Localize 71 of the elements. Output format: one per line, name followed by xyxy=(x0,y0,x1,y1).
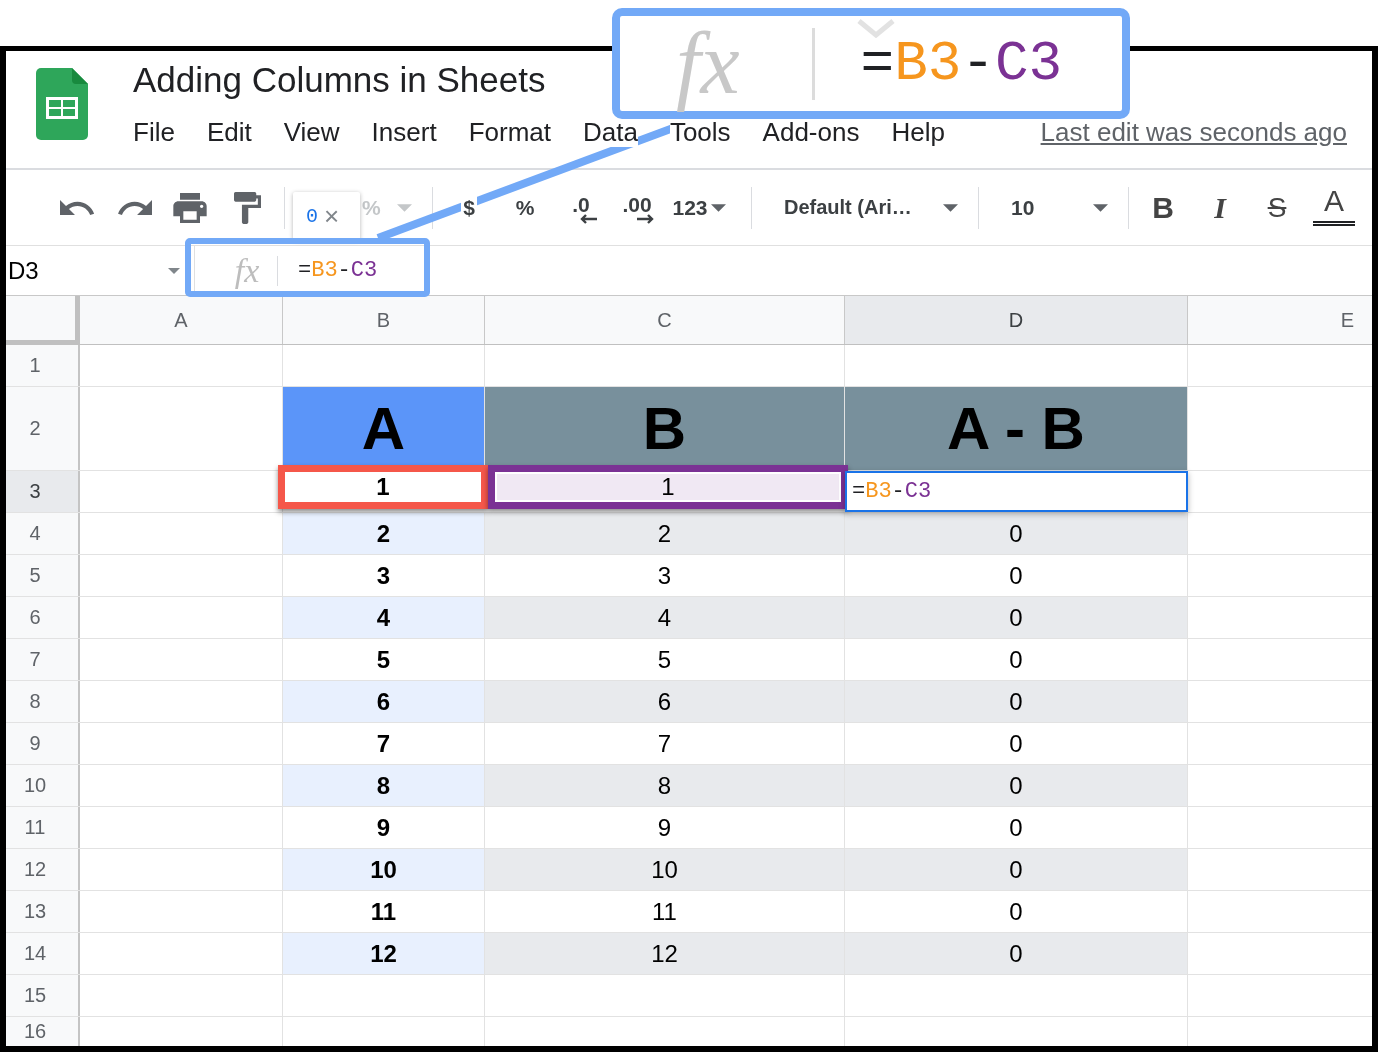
arrow-right-icon xyxy=(636,214,654,224)
table-cell: 4 xyxy=(485,597,845,638)
row-header[interactable]: 5 xyxy=(6,555,80,596)
formula-text: =B3-C3 xyxy=(860,31,1063,96)
table-cell: 0 xyxy=(845,765,1188,806)
paint-format-icon[interactable] xyxy=(234,191,261,224)
table-cell: 12 xyxy=(283,933,485,974)
tooltip-pointer-icon xyxy=(856,18,896,38)
table-cell: 2 xyxy=(485,513,845,554)
column-header[interactable]: E xyxy=(1188,296,1372,344)
table-cell: 4 xyxy=(283,597,485,638)
spreadsheet-logo-icon[interactable] xyxy=(36,68,88,140)
active-cell-editor[interactable]: =B3-C3 xyxy=(845,471,1188,512)
row-header[interactable]: 12 xyxy=(6,849,80,890)
table-cell: 0 xyxy=(845,513,1188,554)
row-header[interactable]: 9 xyxy=(6,723,80,764)
column-header[interactable]: D xyxy=(845,296,1188,344)
italic-button[interactable]: I xyxy=(1195,185,1245,230)
table-cell: 0 xyxy=(845,849,1188,890)
caret-icon xyxy=(1093,203,1108,212)
column-header[interactable]: C xyxy=(485,296,845,344)
row-header[interactable]: 7 xyxy=(6,639,80,680)
table-cell: 2 xyxy=(283,513,485,554)
row-header[interactable]: 16 xyxy=(6,1017,80,1046)
name-box[interactable]: D3 xyxy=(6,246,195,295)
table-cell: 0 xyxy=(845,597,1188,638)
table-cell: 12 xyxy=(485,933,845,974)
font-size-dropdown[interactable]: 10 xyxy=(999,185,1116,230)
formula-input[interactable]: =B3-C3 xyxy=(298,258,378,283)
header-cell: A - B xyxy=(845,387,1188,470)
table-cell: 10 xyxy=(283,849,485,890)
result-value: 0 xyxy=(306,204,318,228)
arrow-left-icon xyxy=(580,214,598,224)
row-header[interactable]: 11 xyxy=(6,807,80,848)
last-edit-link[interactable]: Last edit was seconds ago xyxy=(1040,117,1347,147)
table-cell: 6 xyxy=(283,681,485,722)
close-button[interactable]: × xyxy=(324,203,340,229)
row-header[interactable]: 10 xyxy=(6,765,80,806)
table-cell: 10 xyxy=(485,849,845,890)
row-header[interactable]: 3 xyxy=(6,471,80,512)
table-cell: 0 xyxy=(845,681,1188,722)
caret-icon xyxy=(943,203,958,212)
row-header[interactable]: 14 xyxy=(6,933,80,974)
row-header[interactable]: 6 xyxy=(6,597,80,638)
caret-icon xyxy=(397,203,412,212)
print-icon[interactable] xyxy=(173,192,207,223)
column-header[interactable]: A xyxy=(80,296,283,344)
row-header[interactable]: 4 xyxy=(6,513,80,554)
referenced-cell: 1 xyxy=(488,465,848,509)
table-cell: 8 xyxy=(283,765,485,806)
row-header[interactable]: 1 xyxy=(6,345,80,386)
strikethrough-button[interactable]: S xyxy=(1252,185,1302,230)
redo-icon[interactable] xyxy=(118,199,152,216)
table-cell: 0 xyxy=(845,933,1188,974)
table-cell: 8 xyxy=(485,765,845,806)
row-header[interactable]: 8 xyxy=(6,681,80,722)
referenced-cell: 1 xyxy=(278,465,488,509)
undo-icon[interactable] xyxy=(60,199,96,216)
caret-icon xyxy=(168,267,180,274)
text-color-button[interactable]: A xyxy=(1313,185,1355,226)
table-cell: 6 xyxy=(485,681,845,722)
document-title[interactable]: Adding Columns in Sheets xyxy=(133,59,546,101)
function-label: fx xyxy=(233,250,261,291)
row-header[interactable]: 2 xyxy=(6,387,80,470)
bold-button[interactable]: B xyxy=(1138,185,1188,230)
font-dropdown[interactable]: Default (Ari… xyxy=(772,185,966,230)
column-header[interactable]: B xyxy=(283,296,485,344)
row-header[interactable]: 15 xyxy=(6,975,80,1016)
caret-icon xyxy=(710,203,726,212)
function-label: fx xyxy=(676,17,740,110)
row-header[interactable]: 13 xyxy=(6,891,80,932)
